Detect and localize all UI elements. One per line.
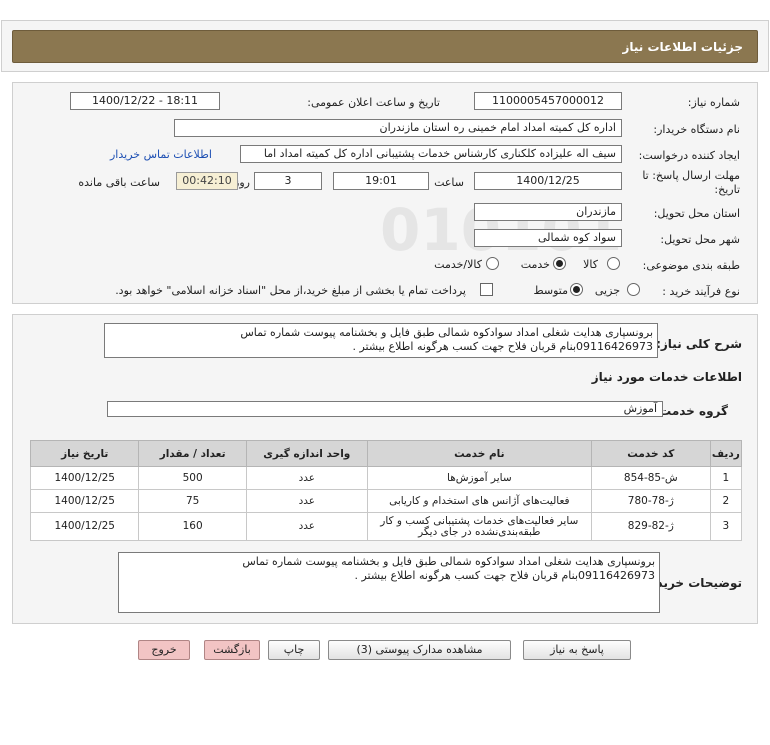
table-row: 2 ژ-78-780 فعالیت‌های آژانس های استخدام … <box>29 489 743 513</box>
buyer-org-field: اداره کل کمیته امداد امام خمینی ره استان… <box>174 119 622 137</box>
province-label: استان محل تحویل: <box>653 207 740 220</box>
cell-name: سایر آموزش‌ها <box>366 466 592 490</box>
province-field: مازندران <box>474 203 622 221</box>
col-date: تاریخ نیاز <box>29 440 140 467</box>
service-group-field: آموزش <box>107 401 663 417</box>
deadline-label: مهلت ارسال پاسخ: تا <box>642 169 740 182</box>
need-number-field: 1100005457000012 <box>474 92 622 110</box>
exit-button[interactable]: خروج <box>138 640 190 660</box>
process-option-medium: متوسط <box>533 284 568 297</box>
summary-line-2: 09116426973بنام قربان فلاح جهت کسب هرگون… <box>352 340 653 353</box>
attachments-button[interactable]: مشاهده مدارک پیوستی (3) <box>328 640 511 660</box>
cell-date: 1400/12/25 <box>29 489 140 513</box>
deadline-time-field: 19:01 <box>333 172 429 190</box>
services-table: ردیف کد خدمت نام خدمت واحد اندازه گیری ت… <box>29 440 743 541</box>
category-radio-goods[interactable] <box>607 257 620 270</box>
page: جزئیات اطلاعات نیاز 010101 ParsNamadData… <box>0 0 770 745</box>
summary-text: برونسپاری هدایت شغلی امداد سوادکوه شمالی… <box>104 323 658 358</box>
cell-name: سایر فعالیت‌های خدمات پشتیبانی کسب و کار… <box>366 512 592 541</box>
col-unit: واحد اندازه گیری <box>245 440 368 467</box>
cell-name: فعالیت‌های آژانس های استخدام و کاریابی <box>366 489 592 513</box>
cell-code: ش-85-854 <box>590 466 711 490</box>
buyer-contact-link[interactable]: اطلاعات تماس خریدار <box>110 148 212 161</box>
remaining-label: ساعت باقی مانده <box>78 176 160 189</box>
buyer-notes-line-1: برونسپاری هدایت شغلی امداد سوادکوه شمالی… <box>242 555 655 568</box>
col-qty: تعداد / مقدار <box>138 440 247 467</box>
summary-line-1: برونسپاری هدایت شغلی امداد سوادکوه شمالی… <box>240 326 653 339</box>
days-field: 3 <box>254 172 322 190</box>
cell-row: 1 <box>709 466 743 490</box>
process-label: نوع فرآیند خرید : <box>662 285 740 298</box>
category-option-service: خدمت <box>520 258 550 271</box>
cell-row: 3 <box>709 512 743 541</box>
treasury-payment-checkbox[interactable] <box>480 283 493 296</box>
category-option-goods-service: کالا/خدمت <box>434 258 482 271</box>
buyer-notes-text: برونسپاری هدایت شغلی امداد سوادکوه شمالی… <box>118 552 660 613</box>
cell-date: 1400/12/25 <box>29 466 140 490</box>
remaining-timer: 00:42:10 <box>176 172 238 190</box>
cell-qty: 160 <box>138 512 247 541</box>
cell-name-line-1: سایر فعالیت‌های خدمات پشتیبانی کسب و کار <box>380 514 579 527</box>
deadline-time-label: ساعت <box>434 176 464 189</box>
process-option-minor: جزیی <box>594 284 620 297</box>
cell-unit: عدد <box>245 466 368 490</box>
col-code: کد خدمت <box>590 440 711 467</box>
treasury-payment-note: پرداخت تمام یا بخشی از مبلغ خرید،از محل … <box>115 284 466 297</box>
deadline-label-date: تاریخ: <box>714 183 740 196</box>
cell-unit: عدد <box>245 489 368 513</box>
category-radio-service[interactable] <box>553 257 566 270</box>
need-number-label: شماره نیاز: <box>687 96 740 109</box>
cell-code: ژ-78-780 <box>590 489 711 513</box>
table-row: 3 ژ-82-829 سایر فعالیت‌های خدمات پشتیبان… <box>29 512 743 541</box>
process-radio-medium[interactable] <box>570 283 583 296</box>
announce-label: تاریخ و ساعت اعلان عمومی: <box>307 96 440 109</box>
cell-row: 2 <box>709 489 743 513</box>
buyer-notes-line-2: 09116426973بنام قربان فلاح جهت کسب هرگون… <box>354 569 655 582</box>
cell-qty: 500 <box>138 466 247 490</box>
print-button[interactable]: چاپ <box>268 640 320 660</box>
cell-date: 1400/12/25 <box>29 512 140 541</box>
summary-label: شرح کلی نیاز: <box>656 337 742 351</box>
back-button[interactable]: بازگشت <box>204 640 260 660</box>
category-label: طبقه بندی موضوعی: <box>642 259 740 272</box>
city-label: شهر محل تحویل: <box>660 233 740 246</box>
cell-qty: 75 <box>138 489 247 513</box>
page-title: جزئیات اطلاعات نیاز <box>12 30 758 63</box>
city-field: سواد کوه شمالی <box>474 229 622 247</box>
creator-label: ایجاد کننده درخواست: <box>638 149 740 162</box>
cell-code: ژ-82-829 <box>590 512 711 541</box>
services-table-header: ردیف کد خدمت نام خدمت واحد اندازه گیری ت… <box>29 440 743 467</box>
category-option-goods: کالا <box>583 258 598 271</box>
table-row: 1 ش-85-854 سایر آموزش‌ها عدد 500 1400/12… <box>29 466 743 490</box>
services-section-title: اطلاعات خدمات مورد نیاز <box>591 370 742 384</box>
deadline-date-field: 1400/12/25 <box>474 172 622 190</box>
service-group-label: گروه خدمت: <box>654 404 728 418</box>
col-name: نام خدمت <box>366 440 592 467</box>
creator-field: سیف اله علیزاده کلکناری کارشناس خدمات پش… <box>240 145 622 163</box>
announce-field: 1400/12/22 - 18:11 <box>70 92 220 110</box>
reply-button[interactable]: پاسخ به نیاز <box>523 640 631 660</box>
buyer-org-label: نام دستگاه خریدار: <box>653 123 740 136</box>
category-radio-goods-service[interactable] <box>486 257 499 270</box>
cell-name-line-2: طبقه‌بندی‌نشده در جای دیگر <box>418 525 541 538</box>
process-radio-minor[interactable] <box>627 283 640 296</box>
col-row: ردیف <box>709 440 743 467</box>
cell-unit: عدد <box>245 512 368 541</box>
